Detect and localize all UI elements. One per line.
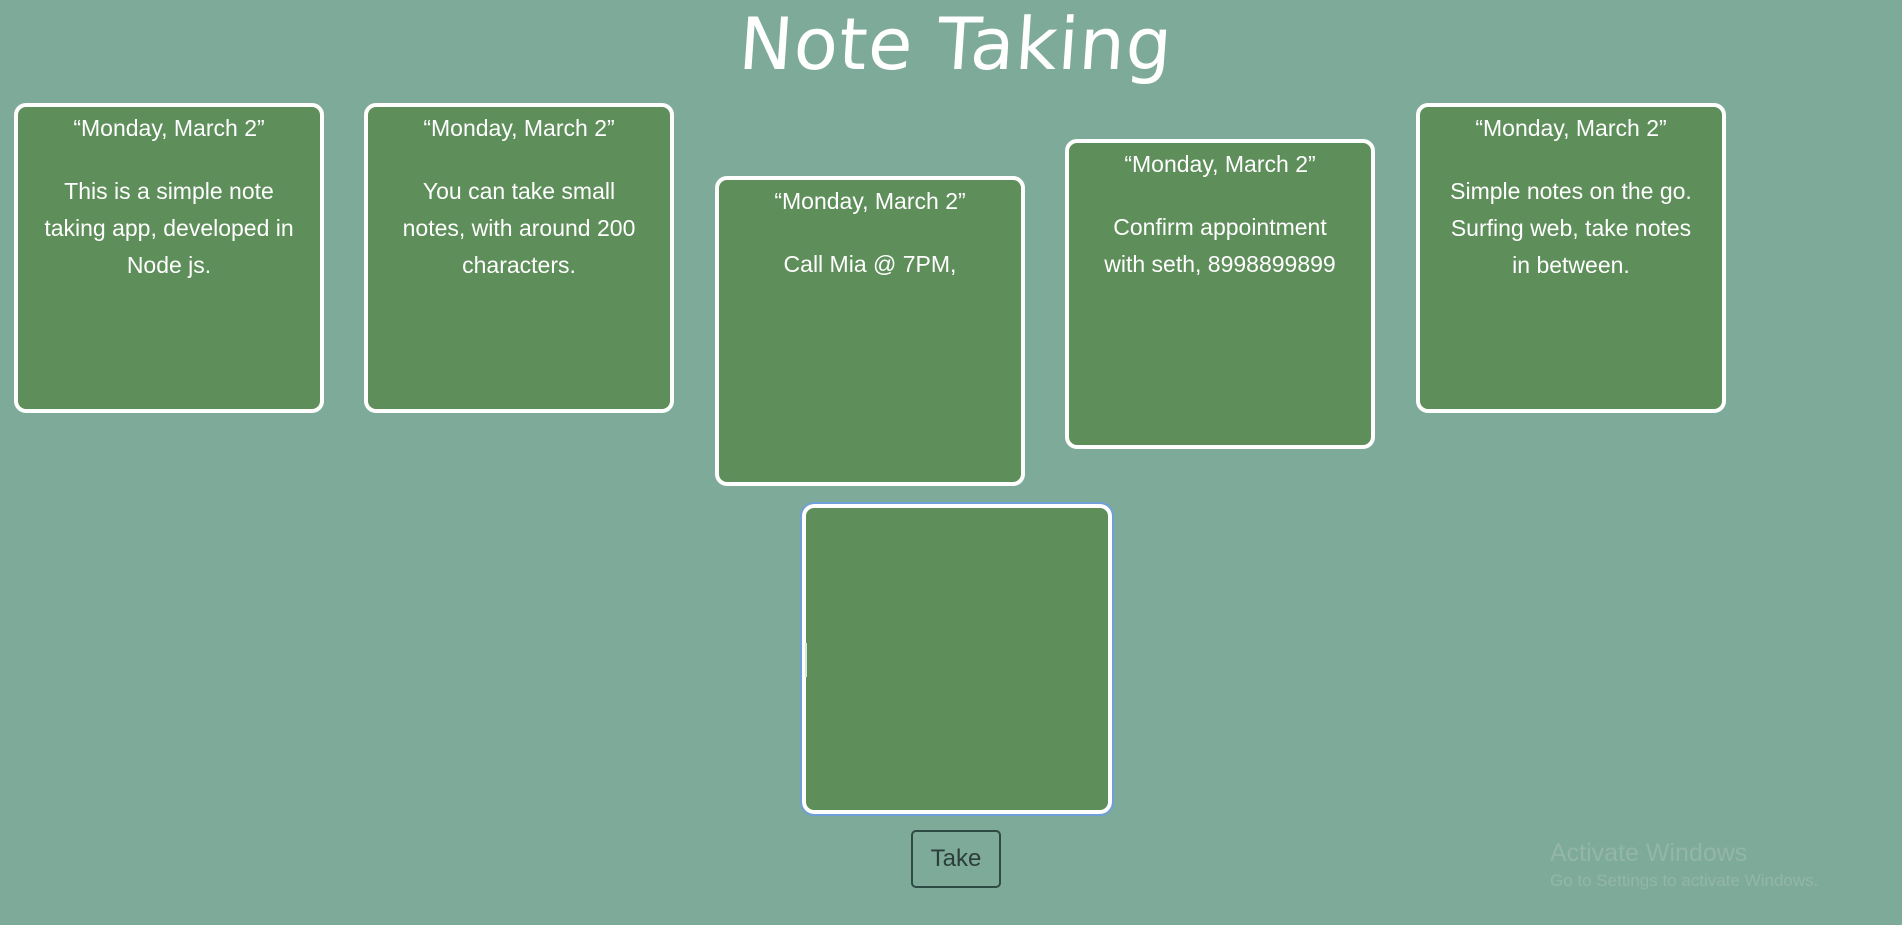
note-date: “Monday, March 2”	[774, 188, 966, 214]
note-text: This is a simple note taking app, develo…	[44, 178, 294, 278]
note-card[interactable]: “Monday, March 2” Confirm appointment wi…	[1065, 139, 1375, 449]
watermark-title: Activate Windows	[1550, 839, 1748, 867]
note-text: Call Mia @ 7PM,	[783, 251, 957, 277]
note-text: Simple notes on the go. Surfing web, tak…	[1450, 178, 1692, 278]
note-date: “Monday, March 2”	[1475, 115, 1667, 141]
text-caret	[805, 643, 807, 677]
watermark-subtitle: Go to Settings to activate Windows.	[1550, 871, 1819, 890]
note-date: “Monday, March 2”	[423, 115, 615, 141]
note-date: “Monday, March 2”	[1124, 151, 1316, 177]
activate-windows-watermark: Activate Windows Go to Settings to activ…	[1550, 838, 1818, 894]
note-card[interactable]: “Monday, March 2” Simple notes on the go…	[1416, 103, 1726, 413]
note-card[interactable]: “Monday, March 2” Call Mia @ 7PM,	[715, 176, 1025, 486]
note-input[interactable]	[800, 502, 1114, 816]
page-title: Note Taking	[736, 2, 1176, 86]
note-text: You can take small notes, with around 20…	[402, 178, 636, 278]
note-text: Confirm appointment with seth, 899889989…	[1104, 214, 1336, 277]
note-date: “Monday, March 2”	[73, 115, 265, 141]
note-card[interactable]: “Monday, March 2” This is a simple note …	[14, 103, 324, 413]
note-card[interactable]: “Monday, March 2” You can take small not…	[364, 103, 674, 413]
take-button[interactable]: Take	[911, 830, 1001, 888]
